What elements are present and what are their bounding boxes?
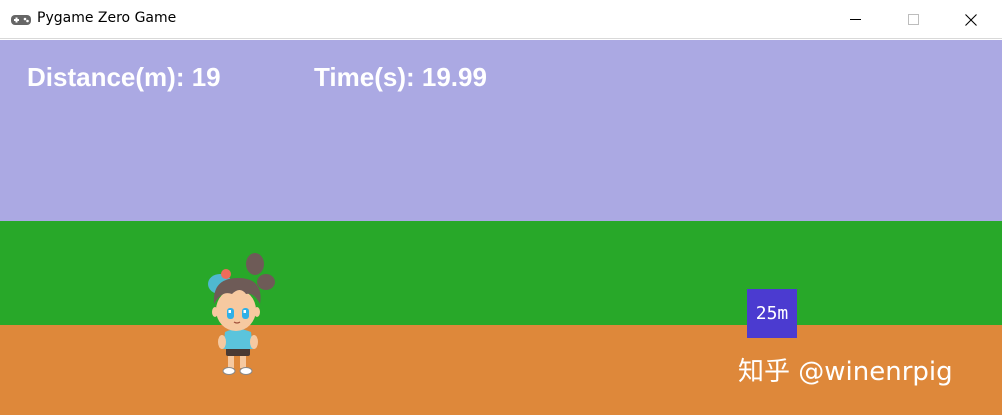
- maximize-button[interactable]: [884, 0, 942, 39]
- window-titlebar[interactable]: Pygame Zero Game: [0, 0, 1002, 39]
- close-button[interactable]: [942, 0, 1000, 39]
- minimize-icon: [849, 14, 861, 25]
- distance-marker: 25m: [747, 289, 797, 338]
- window-title: Pygame Zero Game: [37, 10, 177, 26]
- distance-readout: Distance(m): 19: [27, 62, 221, 92]
- marker-label: 25m: [755, 303, 789, 324]
- zhihu-watermark: 知乎 @winenrpig: [738, 357, 953, 387]
- gamepad-icon: [10, 12, 32, 26]
- minimize-button[interactable]: [826, 0, 884, 39]
- close-icon: [965, 13, 977, 26]
- time-readout: Time(s): 19.99: [314, 62, 487, 92]
- player-character: [200, 252, 280, 377]
- maximize-icon: [907, 14, 919, 25]
- grass-strip: [0, 221, 1002, 325]
- game-canvas[interactable]: Distance(m): 19 Time(s): 19.99 25m 知乎 @w…: [0, 40, 1002, 415]
